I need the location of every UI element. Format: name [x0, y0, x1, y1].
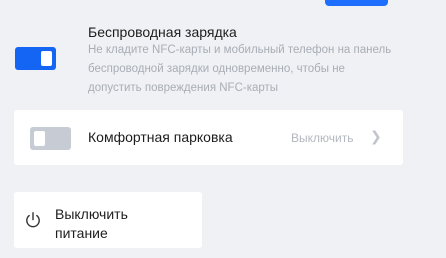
wireless-charging-description: Не кладите NFC-карты и мобильный телефон… [88, 44, 392, 94]
wireless-charging-toggle[interactable] [15, 47, 56, 70]
top-accent-bar [325, 0, 388, 6]
wireless-charging-title: Беспроводная зарядка [88, 24, 237, 40]
power-icon [26, 212, 40, 228]
chevron-right-icon: ❯ [370, 128, 382, 144]
comfort-parking-toggle[interactable] [30, 127, 71, 150]
toggle-knob [41, 51, 52, 66]
comfort-parking-title: Комфортная парковка [88, 129, 233, 145]
toggle-knob [34, 131, 45, 146]
power-off-label: Выключить питание [55, 206, 128, 241]
comfort-parking-value: Выключить [291, 131, 354, 145]
comfort-parking-card[interactable]: Комфортная парковка Выключить ❯ [14, 110, 403, 165]
power-off-button[interactable]: Выключить питание [14, 192, 202, 248]
